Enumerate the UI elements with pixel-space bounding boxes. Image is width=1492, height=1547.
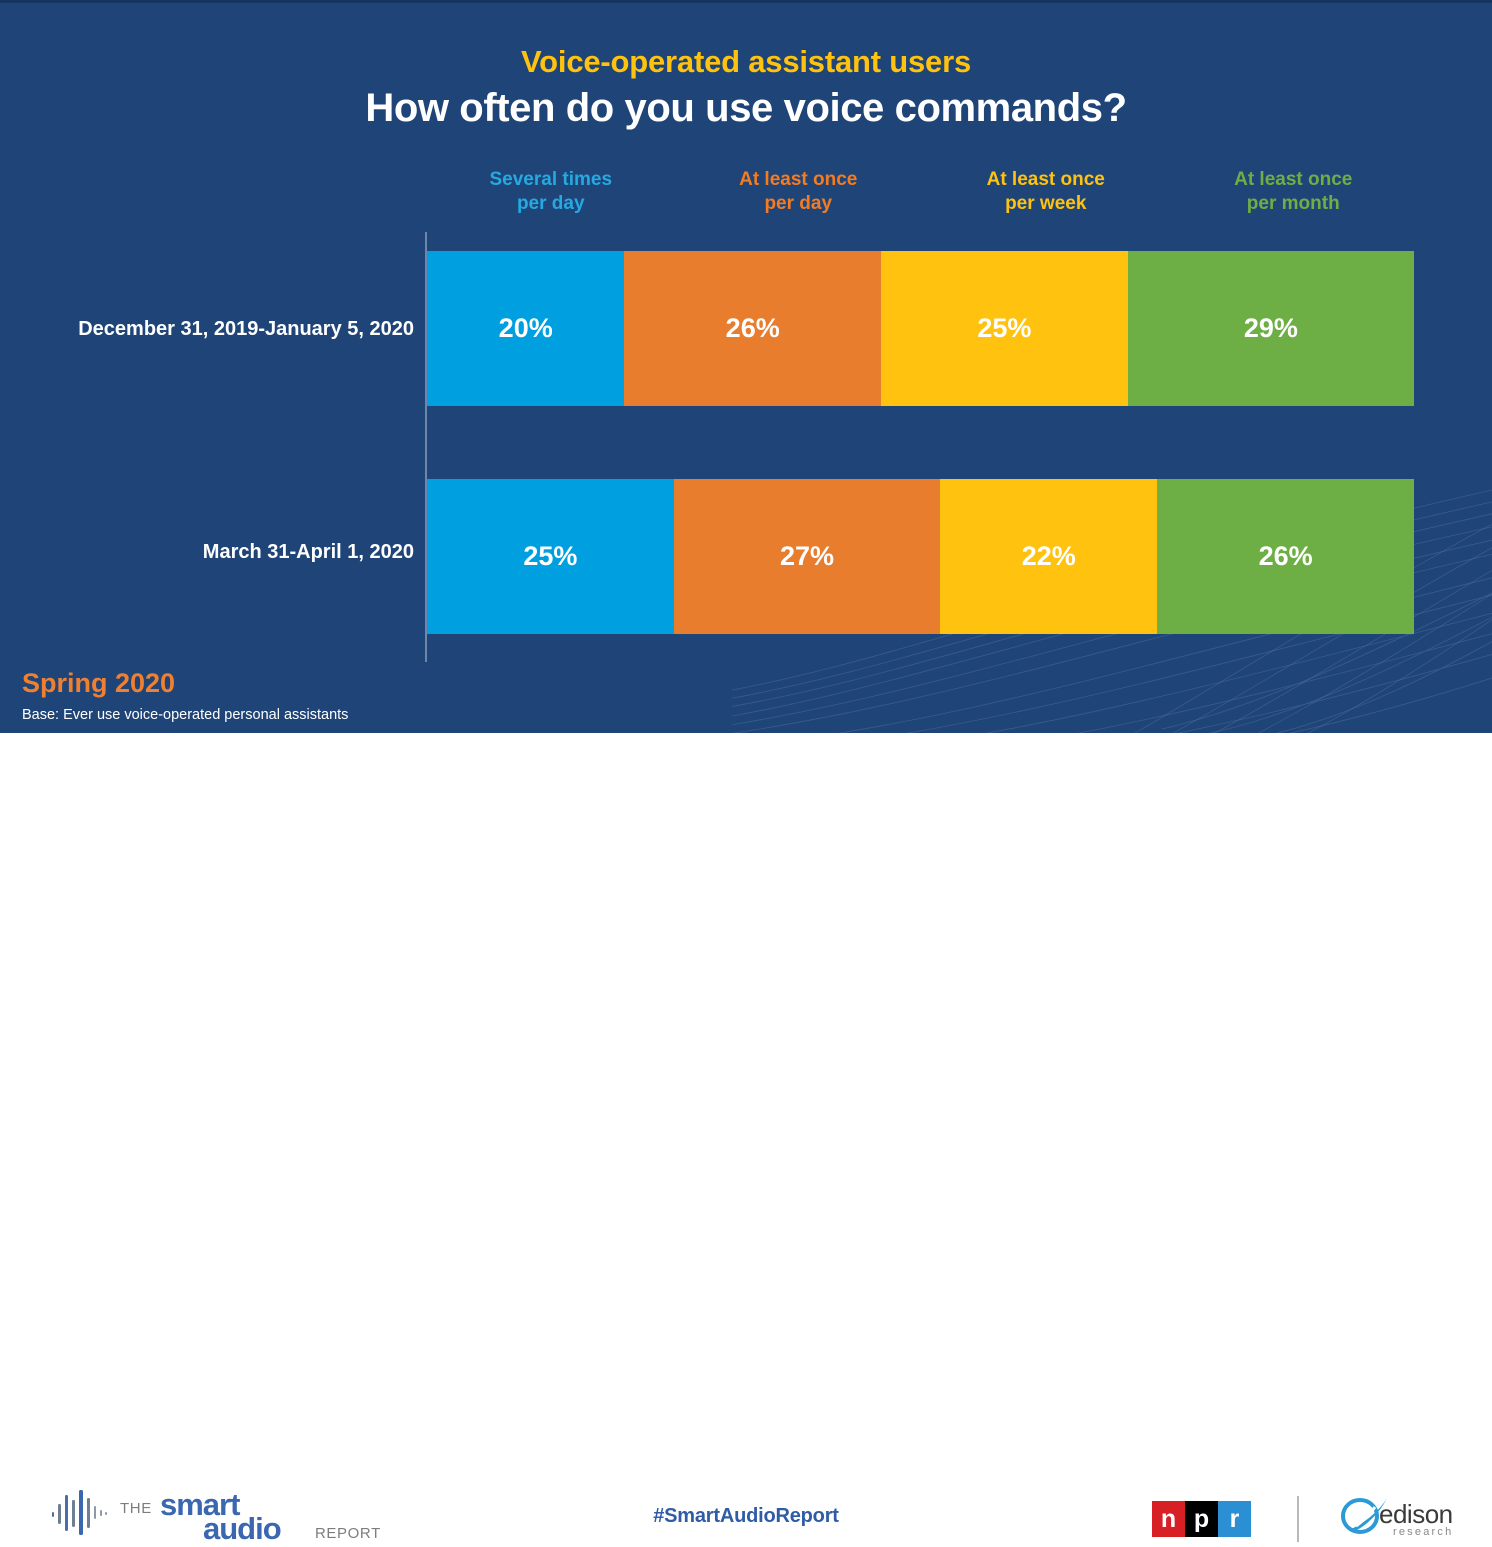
bar-segment-1-1: 27% xyxy=(673,479,941,634)
column-header-2-line2: per week xyxy=(1005,193,1087,215)
bar-segment-0-0: 20% xyxy=(427,251,625,406)
hashtag-label: #SmartAudioReport xyxy=(653,1505,839,1527)
column-header-0-line1: Several times xyxy=(489,169,613,190)
column-header-3-line2: per month xyxy=(1246,193,1340,215)
bar-segment-0-1: 26% xyxy=(624,251,881,406)
column-header-1-line2: per day xyxy=(764,193,833,215)
bar-segment-1-2: 22% xyxy=(940,479,1158,634)
page-title: How often do you use voice commands? xyxy=(365,86,1127,130)
bar-segment-0-2: 25% xyxy=(881,251,1128,406)
season-label: Spring 2020 xyxy=(22,668,176,698)
bar-segment-0-3: 29% xyxy=(1127,251,1414,406)
bar-row-1: 25% 27% 22% 26% xyxy=(427,479,1414,634)
column-header-1: At least once per day xyxy=(675,168,923,230)
npr-logo: n p r xyxy=(1152,1501,1251,1537)
bar-segment-1-3: 26% xyxy=(1157,479,1414,634)
base-note: Base: Ever use voice-operated personal a… xyxy=(22,707,349,723)
column-header-0-line2: per day xyxy=(516,193,585,215)
column-header-1-line1: At least once xyxy=(739,169,858,190)
column-header-0: Several times per day xyxy=(427,168,675,230)
stacked-bar-plot: 20% 26% 25% 29% 25% 27% 22% 26% xyxy=(427,251,1414,651)
legend-column-headers: Several times per day At least once per … xyxy=(427,168,1417,230)
slide: Voice-operated assistant users How often… xyxy=(0,0,1492,1546)
footer: THE smart audio REPORT #SmartAudioReport… xyxy=(0,733,1492,1546)
column-header-2-line1: At least once xyxy=(986,169,1105,190)
edison-subtitle: research xyxy=(1393,1526,1454,1538)
npr-letter-p: p xyxy=(1185,1501,1218,1537)
column-header-3: At least once per month xyxy=(1170,168,1418,230)
bar-row-0: 20% 26% 25% 29% xyxy=(427,251,1414,406)
chart-panel: Voice-operated assistant users How often… xyxy=(0,0,1492,733)
edison-wordmark: edison research xyxy=(1379,1493,1491,1539)
column-header-3-line1: At least once xyxy=(1234,169,1353,190)
npr-letter-r: r xyxy=(1218,1501,1251,1537)
footer-divider xyxy=(1297,1496,1299,1542)
edison-research-logo: edison research xyxy=(1337,1493,1491,1539)
row-label-1: March 31-April 1, 2020 xyxy=(202,541,414,563)
npr-letter-n: n xyxy=(1152,1501,1185,1537)
column-header-2: At least once per week xyxy=(922,168,1170,230)
slide-eyebrow: Voice-operated assistant users xyxy=(521,44,971,79)
bar-segment-1-0: 25% xyxy=(427,479,674,634)
panel-top-divider xyxy=(0,0,1492,3)
row-label-0: December 31, 2019-January 5, 2020 xyxy=(78,318,414,340)
